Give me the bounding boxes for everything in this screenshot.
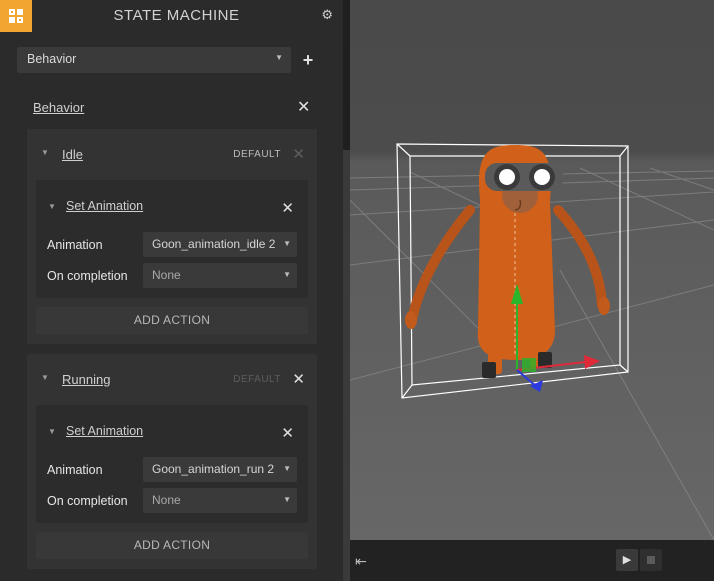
dropdown-caret-icon: ▼: [283, 239, 291, 248]
triangle-down-icon[interactable]: ▼: [48, 427, 56, 436]
scene-viewport[interactable]: [350, 0, 714, 540]
close-state-button[interactable]: ✕: [292, 370, 305, 388]
completion-value: None: [152, 268, 181, 282]
completion-select[interactable]: None ▼: [143, 488, 297, 513]
animation-label: Animation: [47, 463, 103, 477]
scrollbar-thumb[interactable]: [343, 150, 350, 581]
dropdown-caret-icon: ▼: [275, 53, 283, 62]
animation-select[interactable]: Goon_animation_run 2 ▼: [143, 457, 297, 482]
dropdown-caret-icon: ▼: [283, 270, 291, 279]
animation-value: Goon_animation_idle 2: [152, 237, 276, 251]
add-action-button[interactable]: ADD ACTION: [36, 532, 308, 559]
default-state-badge[interactable]: DEFAULT: [233, 374, 281, 385]
animation-select[interactable]: Goon_animation_idle 2 ▼: [143, 232, 297, 257]
state-header: ▼ Running DEFAULT ✕: [27, 354, 317, 404]
state-header: ▼ Idle DEFAULT ✕: [27, 129, 317, 179]
close-behavior-button[interactable]: ✕: [297, 97, 310, 117]
state-name[interactable]: Running: [62, 372, 110, 387]
dropdown-caret-icon: ▼: [283, 464, 291, 473]
action-card: ▼ Set Animation ✕ Animation Goon_animati…: [36, 405, 308, 523]
action-card: ▼ Set Animation ✕ Animation Goon_animati…: [36, 180, 308, 298]
logo-icon[interactable]: [0, 0, 32, 32]
completion-select[interactable]: None ▼: [143, 263, 297, 288]
behavior-select-value: Behavior: [27, 52, 77, 66]
completion-value: None: [152, 493, 181, 507]
exit-icon[interactable]: ⇤: [355, 553, 367, 570]
close-action-button[interactable]: ✕: [281, 199, 294, 217]
panel-header: STATE MACHINE ⚙: [0, 0, 343, 32]
default-state-badge[interactable]: DEFAULT: [233, 149, 281, 160]
stop-button[interactable]: [640, 549, 662, 571]
animation-value: Goon_animation_run 2: [152, 462, 275, 476]
triangle-down-icon[interactable]: ▼: [48, 202, 56, 211]
behavior-title[interactable]: Behavior: [33, 100, 84, 115]
gear-icon[interactable]: ⚙: [321, 7, 333, 23]
play-icon: ▶: [622, 554, 632, 566]
close-action-button[interactable]: ✕: [281, 424, 294, 442]
state-card-running: ▼ Running DEFAULT ✕ ▼ Set Animation ✕ An…: [27, 354, 317, 569]
panel-title: STATE MACHINE: [113, 7, 240, 24]
behavior-select[interactable]: Behavior ▼: [17, 47, 291, 73]
triangle-down-icon[interactable]: ▼: [41, 148, 49, 157]
state-card-idle: ▼ Idle DEFAULT ✕ ▼ Set Animation ✕ Anima…: [27, 129, 317, 344]
play-button[interactable]: ▶: [616, 549, 638, 571]
dropdown-caret-icon: ▼: [283, 495, 291, 504]
panel-scrollbar[interactable]: [343, 0, 350, 581]
completion-label: On completion: [47, 494, 128, 508]
completion-label: On completion: [47, 269, 128, 283]
character-model[interactable]: [405, 145, 610, 378]
action-name[interactable]: Set Animation: [66, 424, 143, 438]
add-action-button[interactable]: ADD ACTION: [36, 307, 308, 334]
animation-label: Animation: [47, 238, 103, 252]
action-name[interactable]: Set Animation: [66, 199, 143, 213]
state-machine-panel: STATE MACHINE ⚙ Behavior ▼ + Behavior ✕ …: [0, 0, 343, 581]
add-behavior-button[interactable]: +: [299, 50, 317, 70]
triangle-down-icon[interactable]: ▼: [41, 373, 49, 382]
stop-icon: [647, 556, 655, 564]
scene-canvas[interactable]: [350, 0, 714, 540]
state-name[interactable]: Idle: [62, 147, 83, 162]
plus-icon: +: [302, 50, 314, 70]
close-state-button[interactable]: ✕: [292, 145, 305, 163]
viewport-toolbar: ⇤ ▶: [350, 540, 714, 581]
